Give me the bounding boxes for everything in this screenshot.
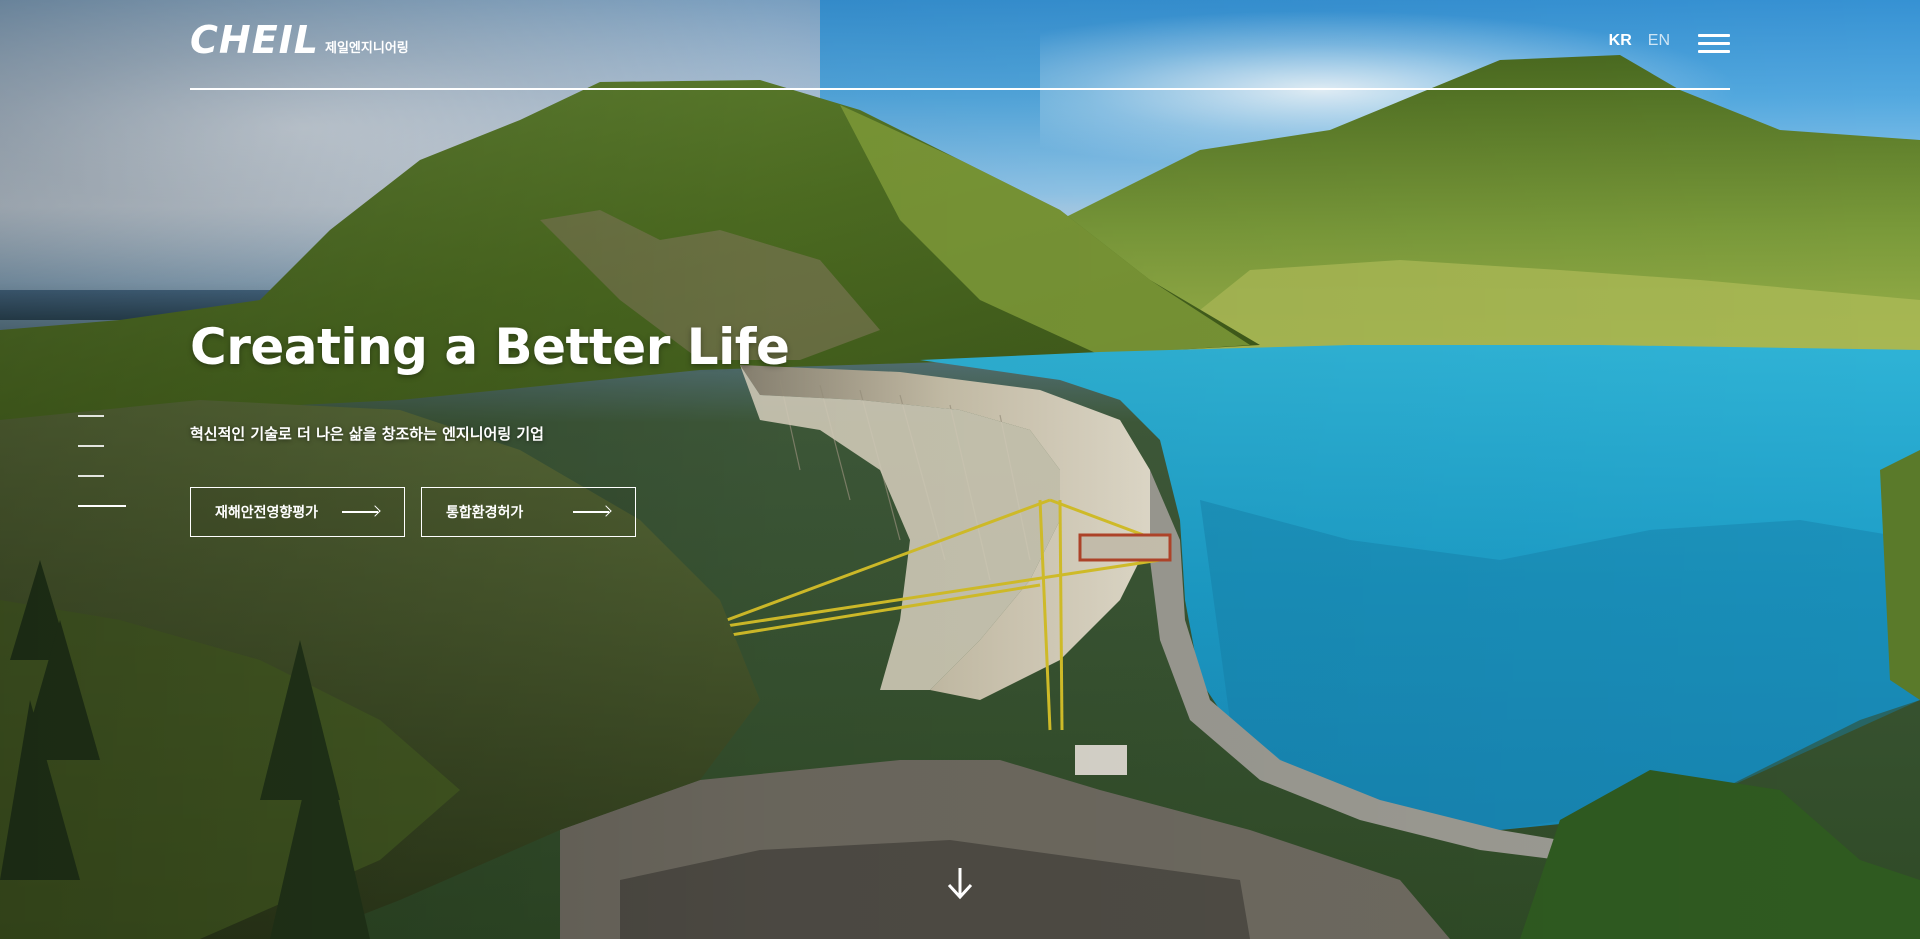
hero-subtitle: 혁신적인 기술로 더 나은 삶을 창조하는 엔지니어링 기업 [190, 425, 544, 443]
slide-indicator-1[interactable] [78, 415, 104, 417]
header-divider [190, 88, 1730, 90]
integrated-env-permit-button-label: 통합환경허가 [446, 505, 524, 521]
hero-title: Creating a Better Life [190, 318, 790, 376]
integrated-env-permit-button[interactable]: 통합환경허가 [421, 487, 636, 537]
slide-indicator-4[interactable] [78, 505, 126, 507]
slide-pagination [78, 415, 128, 535]
dam-landscape-image [0, 55, 1920, 939]
arrow-down-icon[interactable] [946, 866, 974, 900]
arrow-right-icon [573, 507, 611, 517]
logo-wordmark: CHEIL [190, 18, 320, 62]
hamburger-menu-icon[interactable] [1698, 32, 1730, 56]
slide-indicator-2[interactable] [78, 445, 104, 447]
lang-en-link[interactable]: EN [1648, 32, 1670, 50]
hero-buttons: 재해안전영향평가 통합환경허가 [190, 487, 636, 537]
disaster-safety-button[interactable]: 재해안전영향평가 [190, 487, 405, 537]
site-header: CHEIL 제일엔지니어링 KR EN [190, 18, 1730, 90]
language-switcher: KR EN [1609, 32, 1670, 50]
hero-section: CHEIL 제일엔지니어링 KR EN Creating a Better Li… [0, 0, 1920, 939]
disaster-safety-button-label: 재해안전영향평가 [215, 505, 319, 521]
slide-indicator-3[interactable] [78, 475, 104, 477]
lang-kr-link[interactable]: KR [1609, 32, 1632, 50]
arrow-right-icon [342, 507, 380, 517]
site-logo[interactable]: CHEIL 제일엔지니어링 [190, 20, 409, 60]
logo-subtitle: 제일엔지니어링 [325, 41, 409, 56]
